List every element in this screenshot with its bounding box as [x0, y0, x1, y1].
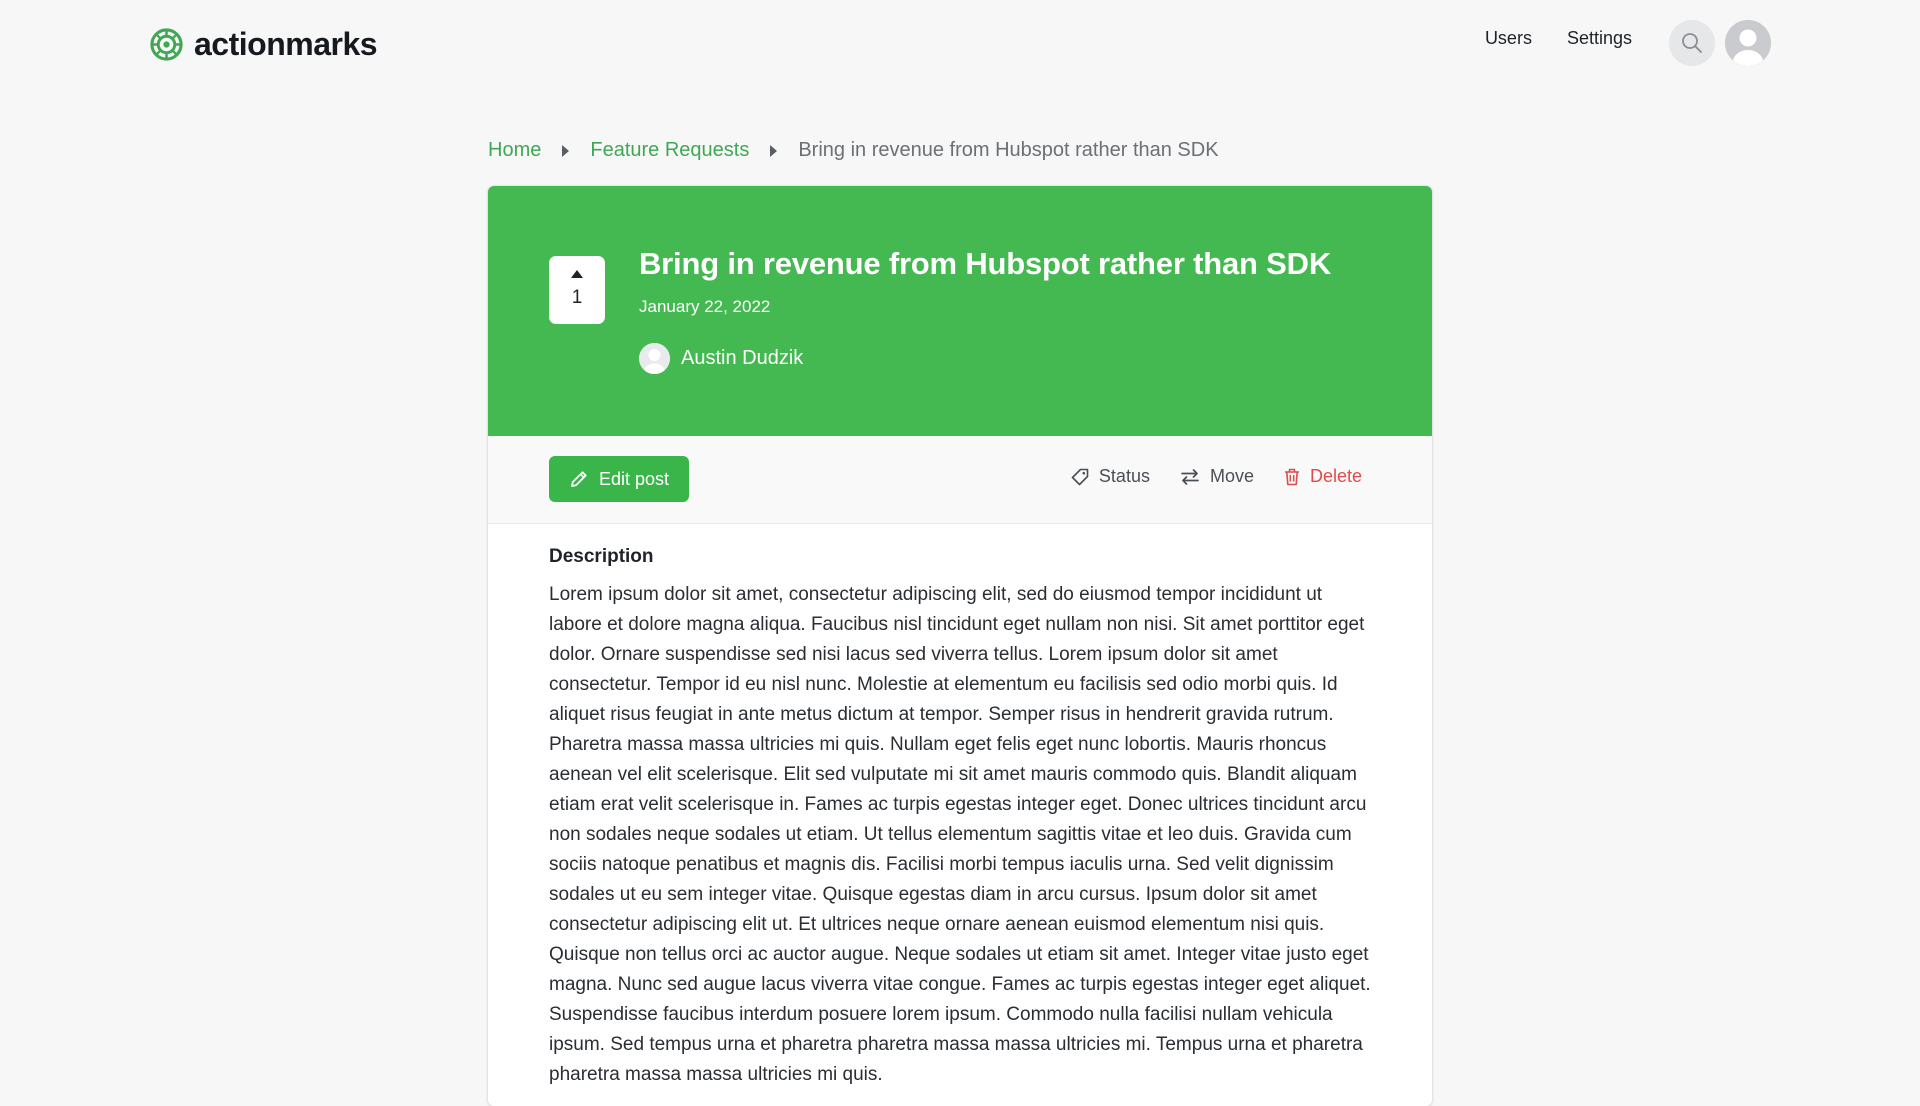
move-button[interactable]: Move — [1180, 466, 1254, 487]
post-date: January 22, 2022 — [639, 297, 771, 316]
breadcrumb-feature-requests[interactable]: Feature Requests — [590, 139, 749, 162]
post-author[interactable]: Austin Dudzik — [639, 343, 803, 374]
breadcrumb-current: Bring in revenue from Hubspot rather tha… — [798, 139, 1219, 161]
trash-icon — [1284, 468, 1299, 485]
status-button[interactable]: Status — [1071, 466, 1150, 487]
search-button[interactable] — [1669, 20, 1715, 66]
upvote-button[interactable]: 1 — [549, 256, 605, 324]
move-label: Move — [1209, 466, 1254, 486]
pencil-icon — [571, 471, 587, 487]
user-avatar-button[interactable] — [1725, 20, 1771, 66]
description-heading: Description — [549, 546, 654, 567]
description-body: Lorem ipsum dolor sit amet, consectetur … — [549, 584, 1371, 1085]
post-card: 1 Bring in revenue from Hubspot rather t… — [488, 186, 1432, 1106]
nav-link-users[interactable]: Users — [1485, 28, 1532, 49]
post-title: Bring in revenue from Hubspot rather tha… — [639, 246, 1332, 281]
breadcrumb-home[interactable]: Home — [488, 139, 541, 162]
author-name: Austin Dudzik — [681, 347, 804, 369]
breadcrumb: Home Feature Requests Bring in revenue f… — [488, 139, 1219, 162]
brand-logo-link[interactable]: actionmarks — [149, 25, 378, 62]
nav-link-settings[interactable]: Settings — [1567, 28, 1632, 49]
post-header: 1 Bring in revenue from Hubspot rather t… — [488, 186, 1432, 436]
delete-button[interactable]: Delete — [1284, 466, 1362, 487]
brand-logo-icon — [150, 27, 183, 61]
vote-count: 1 — [571, 287, 583, 308]
tag-icon — [1071, 468, 1089, 485]
breadcrumb-separator-icon — [562, 144, 570, 157]
main-nav: Users Settings — [1485, 28, 1632, 49]
top-navbar: actionmarks Users Settings — [0, 0, 1920, 86]
search-icon — [1682, 33, 1702, 53]
post-actions: Status Move Delete — [1071, 466, 1362, 487]
edit-post-label: Edit post — [598, 468, 670, 489]
breadcrumb-separator-icon — [770, 144, 778, 157]
user-avatar-icon — [639, 343, 670, 374]
edit-post-button[interactable]: Edit post — [549, 456, 689, 502]
author-avatar — [639, 343, 670, 374]
caret-up-icon — [571, 270, 583, 278]
post-toolbar: Edit post Status Move Delete — [488, 436, 1432, 524]
brand-name: actionmarks — [194, 25, 378, 62]
arrows-swap-icon — [1181, 468, 1199, 485]
delete-label: Delete — [1309, 466, 1362, 486]
user-avatar-icon — [1725, 20, 1771, 66]
status-label: Status — [1098, 466, 1150, 486]
post-description: Description Lorem ipsum dolor sit amet, … — [549, 546, 1375, 1090]
